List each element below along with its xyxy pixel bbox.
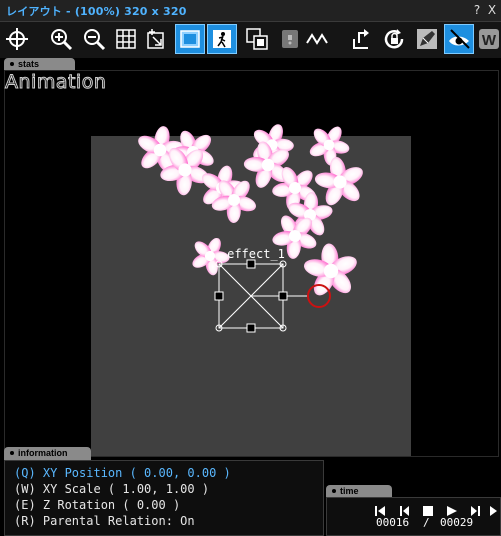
visibility-toggle-button[interactable]	[444, 24, 474, 54]
svg-text:W: W	[481, 32, 496, 49]
crosshair-tool-button[interactable]	[3, 25, 31, 53]
zoom-out-button[interactable]	[80, 25, 108, 53]
toolbar: W	[0, 22, 501, 58]
zoom-out-icon	[84, 29, 106, 51]
corner-handle[interactable]	[279, 260, 287, 268]
title-bar: レイアウト - (100%) 320 x 320 ? X	[0, 0, 501, 22]
z-rotation-readout[interactable]: (E) Z Rotation ( 0.00 )	[14, 498, 180, 512]
layer-icon	[246, 28, 268, 50]
frame-toggle-button[interactable]	[175, 24, 205, 54]
corner-handle[interactable]	[215, 260, 223, 268]
figure-toggle-button[interactable]	[207, 24, 237, 54]
total-frames: 00029	[440, 516, 474, 529]
edge-handle-left[interactable]	[214, 291, 224, 301]
export-button[interactable]	[348, 25, 376, 53]
corner-handle[interactable]	[215, 324, 223, 332]
pen-icon	[417, 29, 437, 49]
wide-button[interactable]: W	[476, 25, 501, 53]
window-title: レイアウト - (100%) 320 x 320	[6, 5, 187, 18]
information-tab[interactable]: information	[4, 447, 91, 460]
edge-handle-bottom[interactable]	[246, 323, 256, 333]
xy-scale-readout[interactable]: (W) XY Scale ( 1.00, 1.00 )	[14, 482, 209, 496]
anchor-tool-button[interactable]	[143, 25, 171, 53]
rotate-lock-button[interactable]	[380, 25, 408, 53]
corner-handle[interactable]	[279, 324, 287, 332]
edge-handle-top[interactable]	[246, 259, 256, 269]
frame-icon	[180, 30, 200, 48]
skip-end-icon	[490, 506, 497, 516]
parental-relation-readout[interactable]: (R) Parental Relation: On	[14, 514, 195, 528]
rotation-handle[interactable]	[307, 284, 331, 308]
grid-icon	[116, 29, 136, 49]
curve-icon	[306, 33, 328, 45]
object-label: effect_1	[227, 247, 285, 261]
layer-button[interactable]	[243, 25, 271, 53]
figure-icon	[213, 30, 231, 48]
xy-position-readout[interactable]: (Q) XY Position ( 0.00, 0.00 )	[14, 466, 231, 480]
zoom-in-icon	[51, 29, 73, 51]
lock-gray-icon	[282, 30, 298, 48]
current-frame: 00016	[376, 516, 410, 529]
last-frame-button[interactable]	[489, 505, 499, 517]
edge-handle-right[interactable]	[278, 291, 288, 301]
pen-button[interactable]	[413, 25, 441, 53]
close-button[interactable]: X	[486, 3, 498, 17]
help-button[interactable]: ?	[471, 3, 483, 17]
lock-button[interactable]	[276, 25, 304, 53]
heading: Animation	[4, 71, 107, 94]
crosshair-icon	[6, 28, 28, 50]
frame-separator: /	[423, 516, 430, 529]
anchor-icon	[147, 29, 164, 49]
grid-button[interactable]	[112, 25, 140, 53]
zoom-in-button[interactable]	[47, 25, 75, 53]
rotate-lock-icon	[384, 29, 404, 49]
curve-button[interactable]	[304, 25, 332, 53]
eye-icon	[449, 29, 470, 49]
export-icon	[353, 29, 369, 49]
wide-icon: W	[478, 29, 499, 49]
